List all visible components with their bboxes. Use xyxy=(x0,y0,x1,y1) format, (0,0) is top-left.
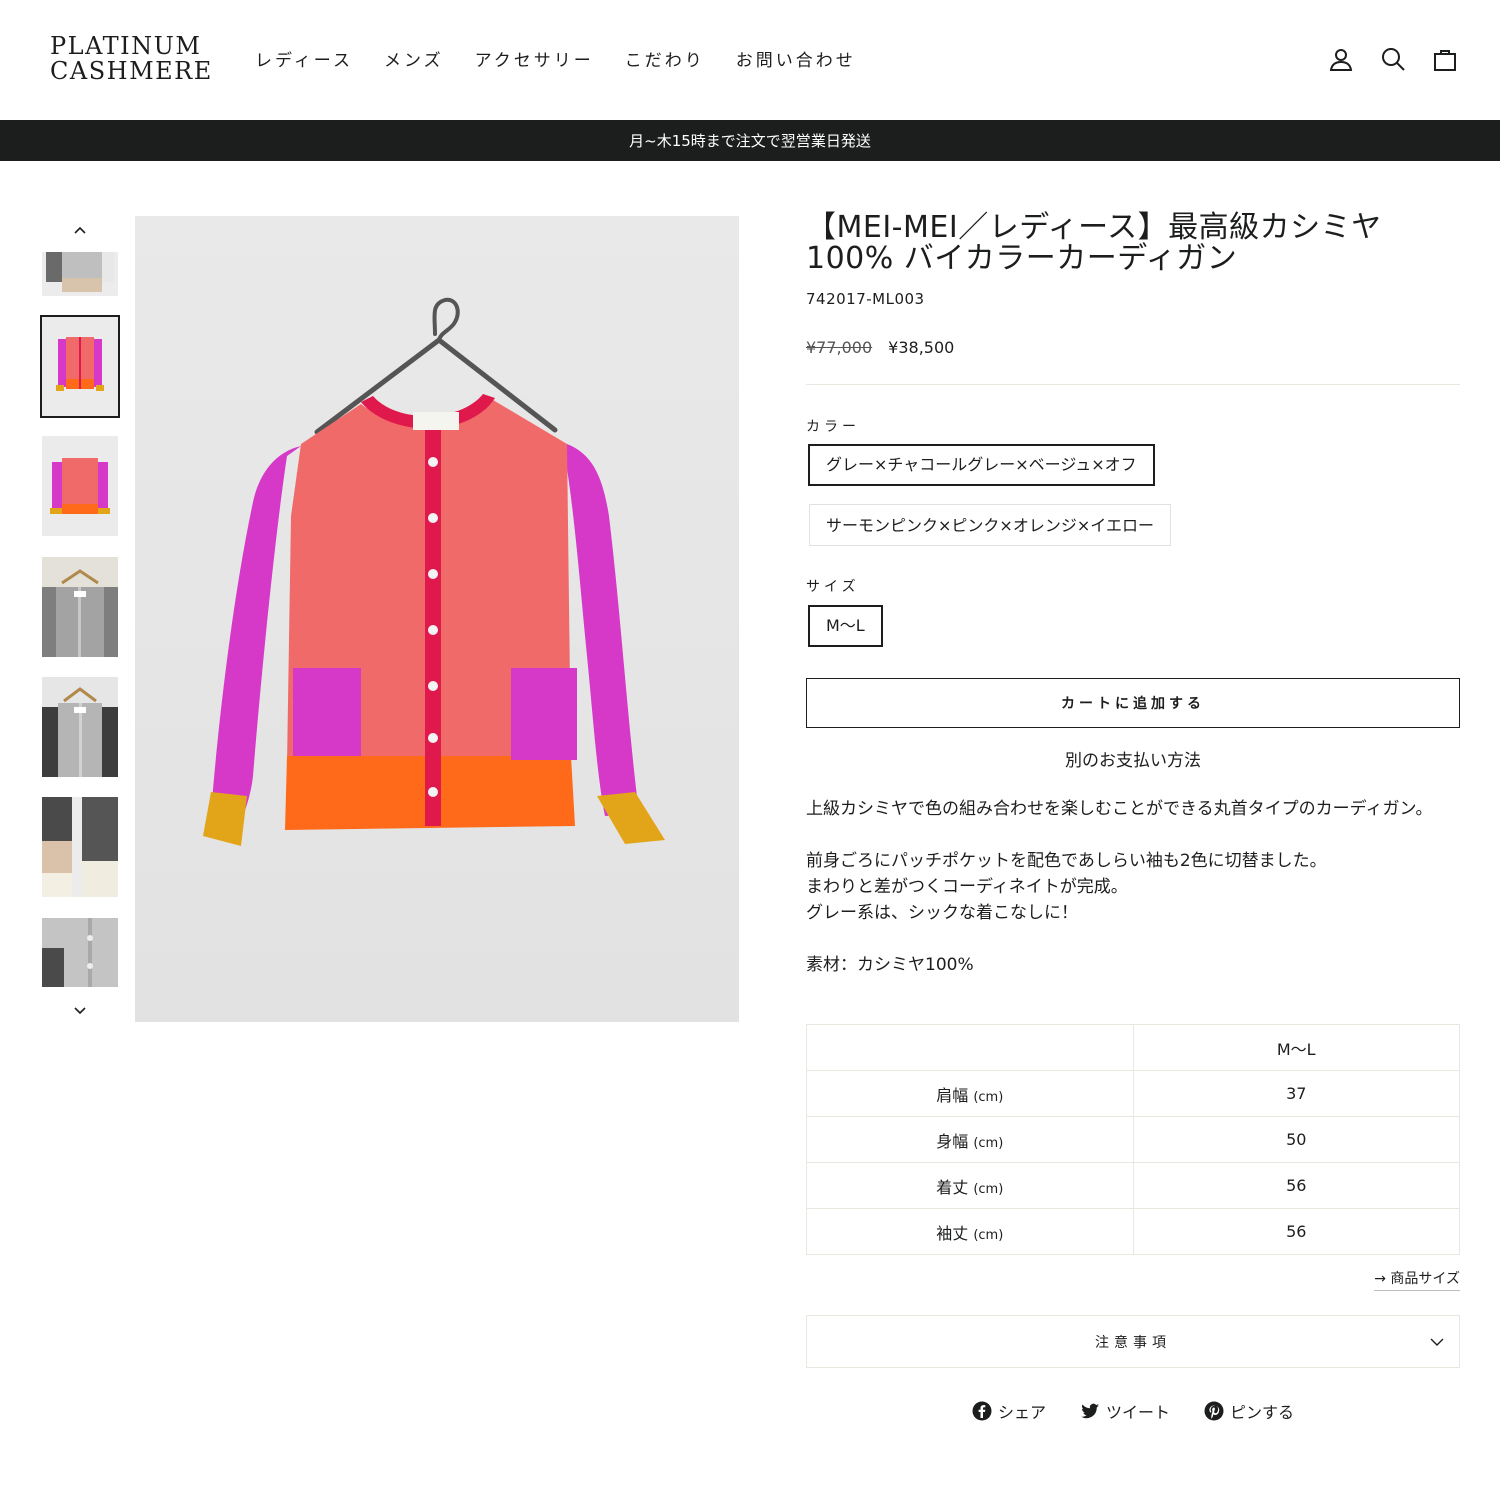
share-pinterest-label: ピンする xyxy=(1230,1403,1295,1422)
product-title: 【MEI-MEI／レディース】最高級カシミヤ 100% バイカラーカーディガン xyxy=(806,212,1460,274)
share-pinterest-button[interactable]: ピンする xyxy=(1204,1399,1294,1423)
description-line: まわりと差がつくコーディネイトが完成。 xyxy=(806,877,1128,897)
price-divider xyxy=(806,384,1460,385)
account-icon[interactable] xyxy=(1328,46,1354,72)
nav-ladies[interactable]: レディース xyxy=(255,46,353,71)
thumbnail-prev-button[interactable] xyxy=(42,218,118,242)
table-row: 袖丈 (cm) 56 xyxy=(806,1208,1460,1255)
nav-commitment[interactable]: こだわり xyxy=(625,46,705,71)
compare-price: ¥77,000 xyxy=(806,338,873,357)
thumbnail-2[interactable] xyxy=(40,315,120,418)
main-product-image[interactable] xyxy=(135,216,739,1022)
chevron-up-icon xyxy=(74,226,86,234)
nav-mens[interactable]: メンズ xyxy=(384,46,444,71)
description-line: 上級カシミヤで色の組み合わせを楽しむことができる丸首タイプのカーディガン。 xyxy=(806,799,1433,819)
color-option-gray[interactable]: グレー×チャコールグレー×ベージュ×オフ xyxy=(808,444,1155,486)
size-row-label: 肩幅 (cm) xyxy=(806,1070,1134,1117)
size-row-value: 50 xyxy=(1132,1116,1460,1163)
product-title-line-2: 100% バイカラーカーディガン xyxy=(806,241,1238,276)
notes-accordion-label: 注意事項 xyxy=(1095,1334,1171,1351)
logo-line-2: CASHMERE xyxy=(50,57,213,85)
thumbnail-4[interactable] xyxy=(42,557,118,657)
share-twitter-label: ツイート xyxy=(1105,1403,1170,1422)
nav-accessories[interactable]: アクセサリー xyxy=(475,46,594,71)
size-table-header-cell: M〜L xyxy=(1132,1024,1460,1071)
size-label: サイズ xyxy=(806,579,860,595)
share-facebook-button[interactable]: シェア xyxy=(972,1399,1046,1423)
product-sku: 742017-ML003 xyxy=(806,290,925,308)
sale-price: ¥38,500 xyxy=(888,338,955,357)
size-table-header: M〜L xyxy=(806,1024,1460,1071)
thumbnail-1[interactable] xyxy=(42,252,118,296)
header-icons xyxy=(1328,46,1458,72)
product-description: 上級カシミヤで色の組み合わせを楽しむことができる丸首タイプのカーディガン。 前身… xyxy=(806,796,1460,978)
chevron-down-icon xyxy=(74,1007,86,1015)
thumbnail-6[interactable] xyxy=(42,797,118,897)
product-info: 【MEI-MEI／レディース】最高級カシミヤ 100% バイカラーカーディガン … xyxy=(806,212,1460,1422)
size-row-label: 着丈 (cm) xyxy=(806,1162,1134,1209)
thumbnail-7[interactable] xyxy=(42,918,118,987)
size-table-header-cell xyxy=(806,1024,1134,1071)
size-guide-link[interactable]: → 商品サイズ xyxy=(1374,1268,1460,1291)
thumbnail-5[interactable] xyxy=(42,677,118,777)
share-twitter-button[interactable]: ツイート xyxy=(1080,1399,1170,1423)
thumbnail-slider xyxy=(40,216,120,1023)
price-block: ¥77,000 ¥38,500 xyxy=(806,338,1460,357)
facebook-icon xyxy=(972,1401,992,1421)
size-table: M〜L 肩幅 (cm) 37 身幅 (cm) 50 着丈 (cm) 56 袖丈 … xyxy=(806,1024,1460,1255)
size-row-value: 56 xyxy=(1132,1162,1460,1209)
cart-icon[interactable] xyxy=(1432,46,1458,72)
thumbnail-3[interactable] xyxy=(42,436,118,536)
description-line xyxy=(806,822,1460,848)
notes-accordion[interactable]: 注意事項 xyxy=(806,1315,1460,1368)
chevron-down-icon xyxy=(1430,1338,1444,1346)
table-row: 着丈 (cm) 56 xyxy=(806,1162,1460,1209)
size-row-value: 37 xyxy=(1132,1070,1460,1117)
twitter-icon xyxy=(1080,1403,1099,1419)
size-row-label: 身幅 (cm) xyxy=(806,1116,1134,1163)
nav-contact[interactable]: お問い合わせ xyxy=(736,46,856,71)
announcement-bar: 月~木15時まで注文で翌営業日発送 xyxy=(0,120,1500,161)
announcement-text: 月~木15時まで注文で翌営業日発送 xyxy=(629,132,871,150)
alternative-payment-link[interactable]: 別のお支払い方法 xyxy=(806,746,1460,771)
description-line: 素材：カシミヤ100% xyxy=(806,955,974,975)
main-nav: レディース メンズ アクセサリー こだわり お問い合わせ xyxy=(255,46,856,71)
description-line: グレー系は、シックな着こなしに！ xyxy=(806,903,1078,923)
description-line: 前身ごろにパッチポケットを配色であしらい袖も2色に切替ました。 xyxy=(806,851,1327,871)
site-header: PLATINUM CASHMERE レディース メンズ アクセサリー こだわり … xyxy=(0,0,1500,120)
table-row: 肩幅 (cm) 37 xyxy=(806,1070,1460,1117)
pinterest-icon xyxy=(1204,1401,1224,1421)
description-line xyxy=(806,926,1460,952)
size-option-m-l[interactable]: M〜L xyxy=(808,605,883,647)
brand-logo[interactable]: PLATINUM CASHMERE xyxy=(50,34,213,84)
cardigan-illustration xyxy=(135,216,739,1022)
table-row: 身幅 (cm) 50 xyxy=(806,1116,1460,1163)
thumbnail-next-button[interactable] xyxy=(42,999,118,1023)
social-share: シェア ツイート ピンする xyxy=(806,1399,1460,1423)
add-to-cart-button[interactable]: カートに追加する xyxy=(806,678,1460,728)
color-option-salmon[interactable]: サーモンピンク×ピンク×オレンジ×イエロー xyxy=(809,504,1172,546)
share-facebook-label: シェア xyxy=(997,1403,1046,1422)
search-icon[interactable] xyxy=(1380,46,1406,72)
logo-line-1: PLATINUM xyxy=(50,32,202,60)
color-label: カラー xyxy=(806,419,860,435)
product-title-line-1: 【MEI-MEI／レディース】最高級カシミヤ xyxy=(806,210,1382,245)
size-row-value: 56 xyxy=(1132,1208,1460,1255)
size-row-label: 袖丈 (cm) xyxy=(806,1208,1134,1255)
